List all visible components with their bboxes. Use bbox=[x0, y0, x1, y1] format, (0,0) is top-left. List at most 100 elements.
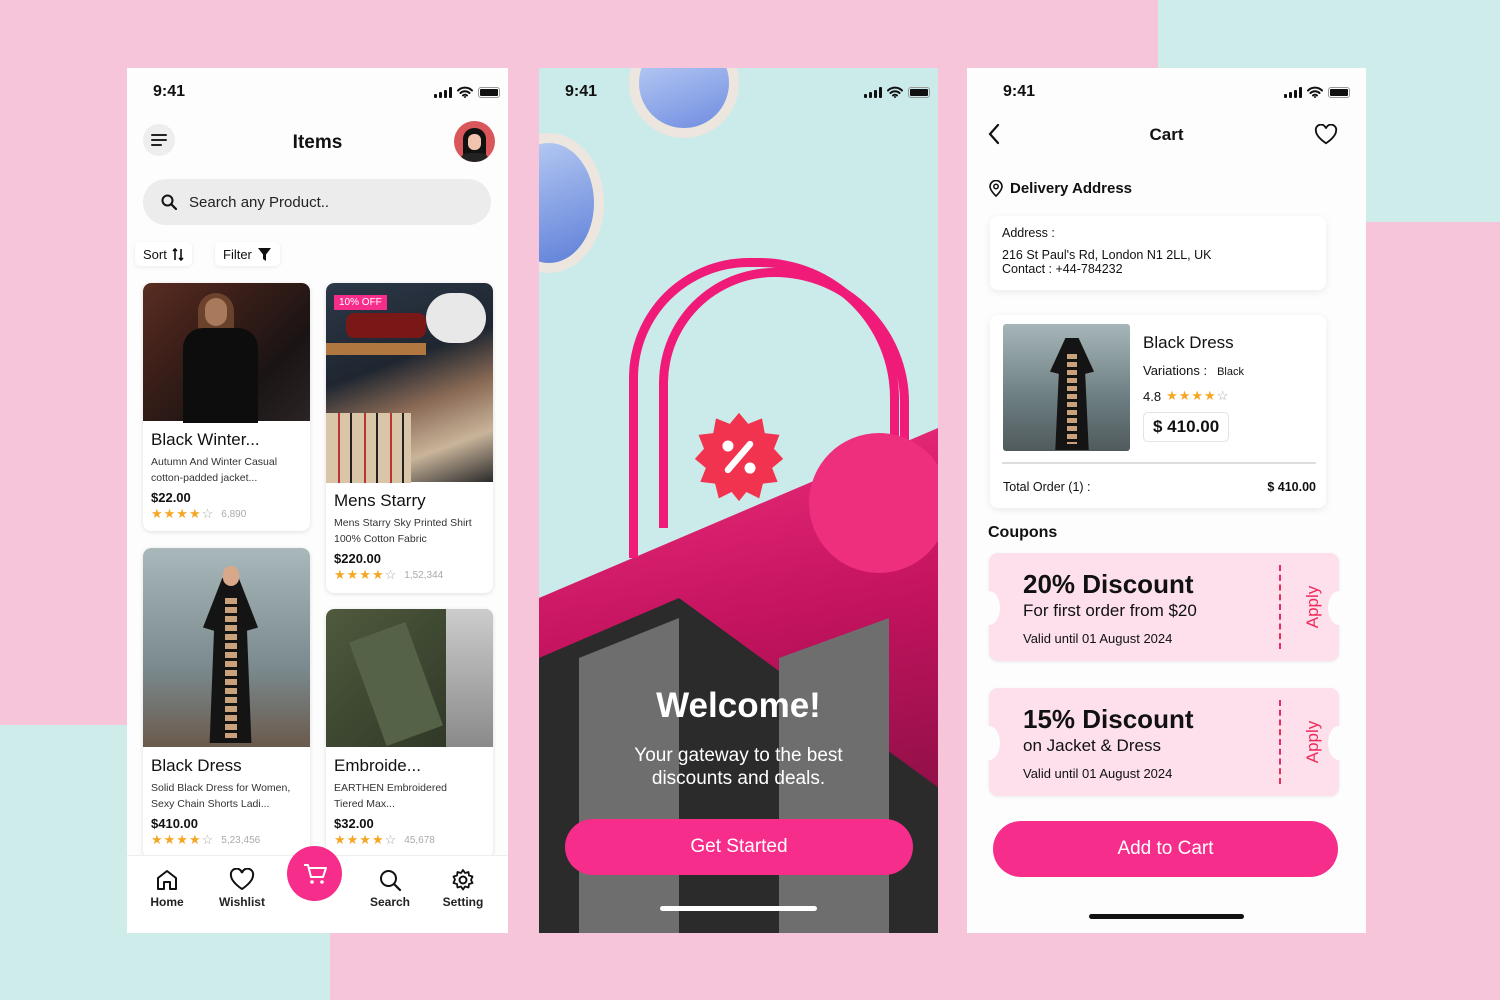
wifi-icon bbox=[457, 86, 473, 98]
address-card[interactable]: Address : 216 St Paul's Rd, London N1 2L… bbox=[990, 216, 1326, 290]
home-indicator bbox=[660, 906, 817, 911]
product-title: Black Dress bbox=[151, 756, 242, 775]
product-card[interactable]: Embroide... EARTHEN Embroidered Tiered M… bbox=[326, 609, 493, 858]
wifi-icon bbox=[887, 86, 903, 98]
search-icon bbox=[380, 870, 402, 892]
cart-screen: 9:41 Cart Delivery Address Address : 216… bbox=[967, 68, 1366, 933]
product-image: 10% OFF bbox=[326, 283, 493, 483]
review-count: 45,678 bbox=[404, 834, 435, 846]
filter-funnel-icon bbox=[257, 247, 271, 261]
product-card[interactable]: Black Dress Solid Black Dress for Women,… bbox=[143, 548, 310, 858]
status-time: 9:41 bbox=[565, 83, 598, 100]
status-bar: 9:41 bbox=[539, 82, 938, 102]
heart-icon bbox=[229, 868, 255, 891]
nav-label: Home bbox=[150, 895, 184, 909]
home-indicator bbox=[1089, 914, 1244, 919]
product-desc: EARTHEN Embroidered bbox=[334, 782, 448, 794]
filter-button[interactable]: Filter bbox=[215, 242, 280, 266]
coupons-heading: Coupons bbox=[988, 524, 1058, 541]
sunglasses-image bbox=[629, 68, 739, 138]
star-rating: ★★★★☆ bbox=[151, 506, 215, 521]
wifi-icon bbox=[1307, 86, 1323, 98]
nav-label: Setting bbox=[442, 895, 484, 909]
product-price: $220.00 bbox=[334, 551, 381, 566]
product-desc: Tiered Max... bbox=[334, 798, 395, 810]
product-desc: Mens Starry Sky Printed Shirt bbox=[334, 517, 472, 529]
location-pin-icon bbox=[989, 180, 1003, 197]
apply-coupon-button[interactable]: Apply bbox=[1303, 717, 1323, 767]
product-card[interactable]: 10% OFF Mens Starry Mens Starry Sky Prin… bbox=[326, 283, 493, 593]
total-order-row: Total Order (1) : $ 410.00 bbox=[1003, 480, 1316, 494]
home-icon bbox=[157, 870, 177, 890]
product-desc: Sexy Chain Shorts Ladi... bbox=[151, 798, 270, 810]
product-title: Mens Starry bbox=[334, 491, 426, 510]
gear-icon bbox=[452, 869, 474, 891]
coupon-divider bbox=[1279, 565, 1281, 649]
product-desc: 100% Cotton Fabric bbox=[334, 533, 427, 545]
variation-value: Black bbox=[1217, 366, 1244, 378]
cart-item-card: Black Dress Variations : Black 4.8 ★★★★☆ $… bbox=[990, 315, 1326, 508]
product-price: $22.00 bbox=[151, 490, 191, 505]
welcome-title: Welcome! bbox=[656, 686, 821, 725]
avatar[interactable] bbox=[454, 121, 495, 162]
sort-button[interactable]: Sort bbox=[135, 242, 192, 266]
star-rating: ★★★★☆ bbox=[334, 567, 398, 582]
page-title: Cart bbox=[1149, 125, 1184, 144]
sort-arrows-icon bbox=[172, 247, 184, 261]
coupon-divider bbox=[1279, 700, 1281, 784]
product-name: Black Dress bbox=[1143, 333, 1234, 352]
status-bar: 9:41 bbox=[967, 82, 1366, 102]
apply-coupon-button[interactable]: Apply bbox=[1303, 582, 1323, 632]
search-placeholder: Search any Product.. bbox=[189, 193, 330, 211]
coupon-subtitle: on Jacket & Dress bbox=[1023, 736, 1161, 755]
battery-icon bbox=[908, 86, 930, 98]
get-started-button[interactable]: Get Started bbox=[565, 819, 913, 875]
add-to-cart-button[interactable]: Add to Cart bbox=[993, 821, 1338, 877]
nav-label: Wishlist bbox=[219, 895, 265, 909]
subtitle-line: Your gateway to the best bbox=[634, 745, 843, 766]
product-image bbox=[326, 609, 493, 747]
coupon-validity: Valid until 01 August 2024 bbox=[1023, 631, 1173, 646]
star-rating: ★★★★☆ bbox=[151, 832, 215, 847]
delivery-heading-text: Delivery Address bbox=[1010, 180, 1133, 197]
signal-icon bbox=[1284, 86, 1302, 98]
product-image bbox=[1003, 324, 1130, 451]
star-rating: ★★★★☆ bbox=[334, 832, 398, 847]
search-input[interactable]: Search any Product.. bbox=[143, 179, 491, 225]
welcome-subtitle: Your gateway to the best discounts and d… bbox=[539, 744, 938, 790]
subtitle-line: discounts and deals. bbox=[651, 768, 826, 789]
nav-search[interactable]: Search bbox=[360, 868, 420, 909]
signal-icon bbox=[864, 86, 882, 98]
product-price: $32.00 bbox=[334, 816, 374, 831]
product-image bbox=[143, 283, 310, 423]
rating: 4.8 ★★★★☆ bbox=[1143, 388, 1229, 404]
total-value: $ 410.00 bbox=[1267, 480, 1316, 494]
star-rating: ★★★★☆ bbox=[1166, 388, 1230, 403]
product-card[interactable]: Black Winter... Autumn And Winter Casual… bbox=[143, 283, 310, 531]
status-bar: 9:41 bbox=[127, 82, 508, 102]
items-screen: 9:41 Items Search any Product.. Sort Fil… bbox=[127, 68, 508, 933]
product-title: Embroide... bbox=[334, 756, 421, 775]
nav-wishlist[interactable]: Wishlist bbox=[212, 868, 272, 909]
review-count: 6,890 bbox=[221, 508, 247, 520]
divider bbox=[1002, 462, 1316, 464]
discount-badge: 10% OFF bbox=[334, 295, 387, 310]
coupon-title: 15% Discount bbox=[1023, 704, 1194, 734]
nav-setting[interactable]: Setting bbox=[433, 868, 493, 909]
welcome-screen: 9:41 Welcome! Your gateway to the best d… bbox=[539, 68, 938, 933]
coupon-validity: Valid until 01 August 2024 bbox=[1023, 766, 1173, 781]
battery-icon bbox=[478, 86, 500, 98]
sort-label: Sort bbox=[143, 246, 167, 262]
coupon-card: 15% Discount on Jacket & Dress Valid unt… bbox=[978, 688, 1350, 796]
coupon-subtitle: For first order from $20 bbox=[1023, 601, 1197, 620]
review-count: 1,52,344 bbox=[404, 569, 444, 581]
discount-percent-icon bbox=[694, 412, 784, 502]
nav-home[interactable]: Home bbox=[137, 868, 197, 909]
wishlist-heart-icon[interactable] bbox=[1314, 124, 1338, 146]
nav-label: Search bbox=[369, 895, 411, 909]
filter-label: Filter bbox=[223, 246, 252, 262]
rating-value: 4.8 bbox=[1143, 388, 1162, 404]
product-desc: Autumn And Winter Casual bbox=[151, 456, 278, 468]
nav-cart-button[interactable] bbox=[287, 846, 342, 901]
address-label: Address : bbox=[1002, 226, 1055, 240]
